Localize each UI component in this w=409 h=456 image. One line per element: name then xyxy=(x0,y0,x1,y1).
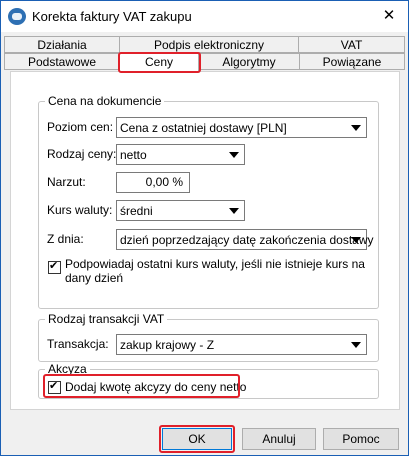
from-day-select[interactable]: dzień poprzedzający datę zakończenia dos… xyxy=(116,229,374,250)
dialog-window: Korekta faktury VAT zakupu ✕ Działania P… xyxy=(0,0,409,456)
help-button[interactable]: Pomoc xyxy=(323,428,399,450)
tab-ceny[interactable]: Ceny xyxy=(119,53,199,72)
transaction-label: Transakcja: xyxy=(47,337,109,351)
price-type-label: Rodzaj ceny: xyxy=(47,147,117,161)
close-icon[interactable]: ✕ xyxy=(378,6,400,26)
excise-group: Akcyza Dodaj kwotę akcyzy do ceny netto xyxy=(38,362,379,399)
window-title: Korekta faktury VAT zakupu xyxy=(32,9,192,24)
exchange-rate-value: średni xyxy=(120,204,153,218)
ok-button[interactable]: OK xyxy=(162,428,232,450)
add-excise-label: Dodaj kwotę akcyzy do ceny netto xyxy=(65,380,247,394)
price-level-label: Poziom cen: xyxy=(47,120,114,134)
chevron-down-icon xyxy=(229,208,239,214)
tab-podstawowe[interactable]: Podstawowe xyxy=(4,53,120,70)
tab-algorytmy[interactable]: Algorytmy xyxy=(198,53,300,70)
price-level-value: Cena z ostatniej dostawy [PLN] xyxy=(120,121,287,135)
chevron-down-icon xyxy=(229,152,239,158)
cancel-button[interactable]: Anuluj xyxy=(242,428,316,450)
tab-dzialania[interactable]: Działania xyxy=(4,36,120,53)
exchange-rate-select[interactable]: średni xyxy=(116,200,245,221)
tab-vat[interactable]: VAT xyxy=(298,36,405,53)
vat-transaction-legend: Rodzaj transakcji VAT xyxy=(45,312,168,326)
suggest-rate-checkbox[interactable] xyxy=(48,259,61,274)
markup-input[interactable]: 0,00 % xyxy=(116,172,190,193)
price-type-value: netto xyxy=(120,148,147,162)
price-group: Cena na dokumencie Poziom cen: Cena z os… xyxy=(38,94,379,309)
chevron-down-icon xyxy=(351,237,361,243)
exchange-rate-label: Kurs waluty: xyxy=(47,203,113,217)
transaction-value: zakup krajowy - Z xyxy=(120,338,215,352)
tab-panel-ceny: Cena na dokumencie Poziom cen: Cena z os… xyxy=(10,71,400,410)
price-type-select[interactable]: netto xyxy=(116,144,245,165)
tab-podpis-elektroniczny[interactable]: Podpis elektroniczny xyxy=(119,36,299,53)
tab-powiazane[interactable]: Powiązane xyxy=(299,53,405,70)
app-icon xyxy=(8,8,26,25)
price-level-select[interactable]: Cena z ostatniej dostawy [PLN] xyxy=(116,117,367,138)
from-day-value: dzień poprzedzający datę zakończenia dos… xyxy=(120,233,374,247)
title-bar: Korekta faktury VAT zakupu ✕ xyxy=(1,1,408,32)
suggest-rate-label: Podpowiadaj ostatni kurs waluty, jeśli n… xyxy=(65,257,365,285)
markup-label: Narzut: xyxy=(47,175,86,189)
transaction-select[interactable]: zakup krajowy - Z xyxy=(116,334,367,355)
add-excise-checkbox[interactable] xyxy=(48,379,61,394)
chevron-down-icon xyxy=(351,342,361,348)
excise-legend: Akcyza xyxy=(45,362,90,376)
price-group-legend: Cena na dokumencie xyxy=(45,94,165,108)
from-day-label: Z dnia: xyxy=(47,232,84,246)
chevron-down-icon xyxy=(351,125,361,131)
vat-transaction-group: Rodzaj transakcji VAT Transakcja: zakup … xyxy=(38,312,379,362)
